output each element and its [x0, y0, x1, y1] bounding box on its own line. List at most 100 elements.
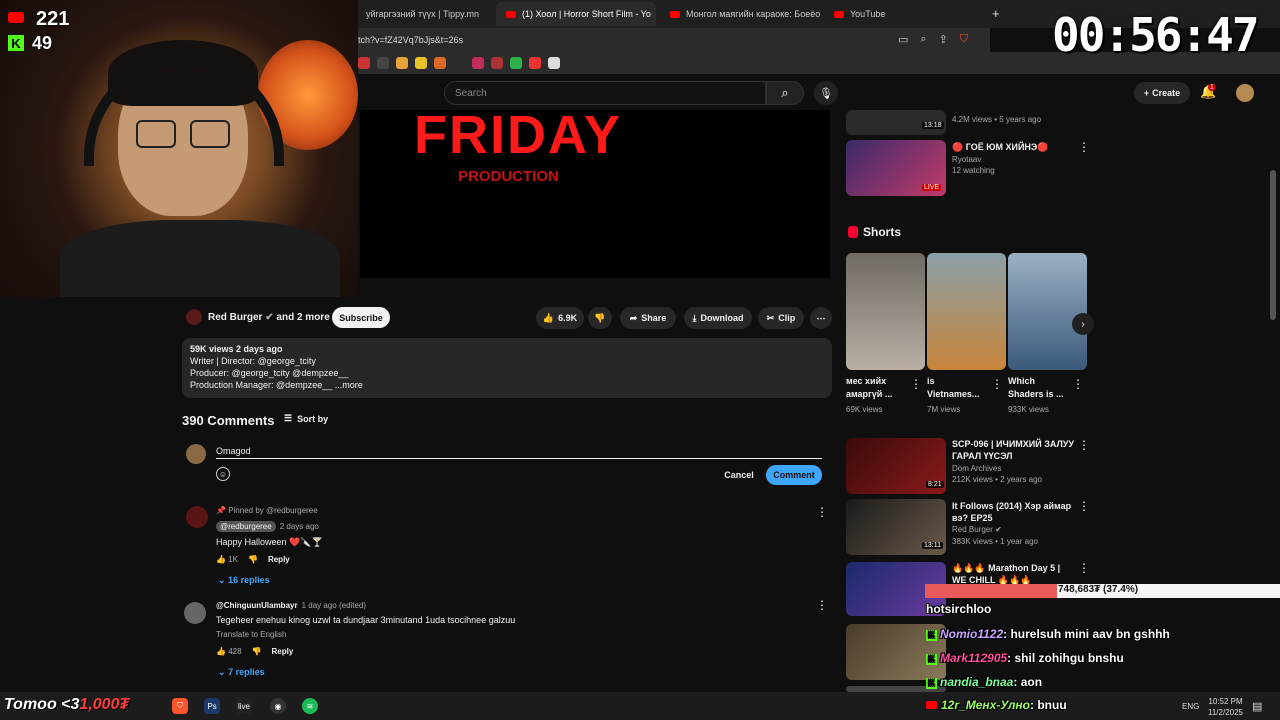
- replies-toggle[interactable]: ⌄ 7 replies: [218, 667, 265, 678]
- sidebar-menu-icon[interactable]: ⋮: [1078, 140, 1090, 154]
- zoom-icon[interactable]: ⌕: [920, 33, 926, 46]
- spotify-icon[interactable]: ≋: [302, 698, 318, 714]
- share-icon[interactable]: ⇪: [939, 33, 948, 46]
- bookmark-icon[interactable]: [358, 57, 370, 69]
- short-menu-icon[interactable]: ⋮: [1072, 377, 1084, 391]
- youtube-icon: [834, 10, 844, 18]
- sidebar-menu-icon[interactable]: ⋮: [1078, 438, 1090, 452]
- brave-browser-icon[interactable]: ⛉: [172, 698, 188, 714]
- brave-shield-icon[interactable]: ⛉: [960, 33, 968, 46]
- short-menu-icon[interactable]: ⋮: [991, 377, 1003, 391]
- replies-toggle[interactable]: ⌄ 16 replies: [218, 575, 270, 586]
- video-duration: 13:18: [922, 122, 944, 129]
- short-menu-icon[interactable]: ⋮: [910, 377, 922, 391]
- live-badge: LIVE: [922, 184, 942, 191]
- account-avatar[interactable]: [1236, 84, 1254, 102]
- subscribe-button[interactable]: Subscribe: [332, 307, 390, 328]
- bookmark-icon[interactable]: [548, 57, 560, 69]
- share-arrow-icon: ➦: [629, 312, 638, 323]
- sidebar-channel[interactable]: Red Burger ✔: [952, 524, 1002, 535]
- short-thumbnail[interactable]: [846, 253, 925, 370]
- comment-avatar[interactable]: [184, 602, 206, 624]
- comment-like-button[interactable]: 👍 428: [216, 647, 242, 656]
- language-indicator[interactable]: ENG: [1182, 702, 1199, 711]
- more-actions-button[interactable]: ⋯: [810, 307, 832, 329]
- user-avatar: [186, 444, 206, 464]
- new-tab-button[interactable]: +: [992, 6, 1000, 21]
- comment-menu-icon[interactable]: ⋮: [816, 505, 828, 519]
- bookmark-icon[interactable]: [529, 57, 541, 69]
- page-scrollbar[interactable]: [1270, 170, 1276, 320]
- notification-center-icon[interactable]: ▤: [1252, 700, 1262, 713]
- channel-name[interactable]: Red Burger ✔ and 2 more: [208, 312, 330, 323]
- comment-time[interactable]: 1 day ago (edited): [302, 601, 367, 610]
- clip-button[interactable]: ✂ Clip: [758, 307, 804, 329]
- voice-search-button[interactable]: 🎙: [814, 81, 838, 105]
- dislike-button[interactable]: 👎: [588, 307, 612, 329]
- bookmark-icon[interactable]: [472, 57, 484, 69]
- bookmark-icon[interactable]: [453, 57, 465, 69]
- sidebar-channel[interactable]: Dom Archives: [952, 463, 1001, 474]
- reply-button[interactable]: Reply: [268, 555, 290, 564]
- bookmark-icon[interactable]: [415, 57, 427, 69]
- sidebar-menu-icon[interactable]: ⋮: [1078, 499, 1090, 513]
- comment-author[interactable]: @ChinguunUlambayr: [216, 601, 298, 610]
- share-button[interactable]: ➦ Share: [620, 307, 676, 329]
- browser-tab-karaoke[interactable]: Монгол маягийн караоке: Боеёо, А: [660, 2, 820, 26]
- short-thumbnail[interactable]: [927, 253, 1006, 370]
- reply-button[interactable]: Reply: [272, 647, 294, 656]
- live-app-icon[interactable]: live: [236, 698, 252, 714]
- search-button[interactable]: ⌕: [766, 81, 804, 105]
- comment-dislike-button[interactable]: 👎: [252, 647, 262, 656]
- bookmark-icon[interactable]: [434, 57, 446, 69]
- translate-link[interactable]: Translate to English: [216, 630, 286, 639]
- shorts-icon: [848, 226, 858, 238]
- photoshop-icon[interactable]: Ps: [204, 698, 220, 714]
- bookmark-icon[interactable]: [510, 57, 522, 69]
- short-thumbnail[interactable]: [1008, 253, 1087, 370]
- comment-like-button[interactable]: 👍 1K: [216, 555, 238, 564]
- short-title[interactable]: is Vietnames...: [927, 375, 989, 401]
- obs-icon[interactable]: ◉: [270, 698, 286, 714]
- comment-dislike-button[interactable]: 👎: [248, 555, 258, 564]
- description-line: Production Manager: @dempzee__ ...more: [190, 380, 363, 390]
- system-clock[interactable]: 10:52 PM 11/2/2025: [1208, 696, 1243, 718]
- plus-icon: +: [1143, 88, 1150, 98]
- comment-author[interactable]: @redburgeree: [216, 521, 276, 532]
- short-title[interactable]: мес хийх амаргүй ...: [846, 375, 908, 401]
- search-input[interactable]: Search: [444, 81, 766, 105]
- cast-icon[interactable]: ▭: [898, 33, 908, 46]
- sidebar-video-title[interactable]: SCP-096 | ИЧИМХИЙ ЗАЛУУ ГАРАЛ ҮҮСЭЛ: [952, 438, 1074, 462]
- sidebar-video-title[interactable]: 🔴 ГОЁ ЮМ ХИЙНЭ🔴: [952, 141, 1072, 153]
- short-title[interactable]: Which Shaders is ...: [1008, 375, 1070, 401]
- sort-button[interactable]: ☰ Sort by: [284, 413, 328, 424]
- cancel-comment-button[interactable]: Cancel: [720, 466, 758, 484]
- create-button[interactable]: + Create: [1134, 82, 1190, 104]
- shorts-label: Shorts: [863, 225, 902, 239]
- sidebar-menu-icon[interactable]: ⋮: [1078, 561, 1090, 575]
- comment-menu-icon[interactable]: ⋮: [816, 598, 828, 612]
- like-button[interactable]: 👍 6.9K: [536, 307, 584, 329]
- browser-tab-active[interactable]: (1) Хоол | Horror Short Film - Yo✕: [496, 2, 656, 26]
- channel-avatar[interactable]: [186, 309, 202, 325]
- shorts-next-button[interactable]: ›: [1072, 313, 1094, 335]
- comment-time[interactable]: 2 days ago: [280, 522, 319, 531]
- comment-input[interactable]: [216, 444, 822, 459]
- sidebar-video-title[interactable]: It Follows (2014) Хэр аймар вэ? EP25: [952, 500, 1074, 524]
- bookmark-icon[interactable]: [377, 57, 389, 69]
- tab-label: (1) Хоол | Horror Short Film - Yo: [522, 9, 651, 19]
- kick-viewers-icon: K: [8, 35, 24, 51]
- bookmark-icon[interactable]: [396, 57, 408, 69]
- browser-tab-tippy[interactable]: уйгаргэзний түүх | Tippy.mn: [356, 2, 492, 26]
- sidebar-channel[interactable]: Ryotaav: [952, 154, 981, 165]
- sidebar-video-title[interactable]: 🔥🔥🔥 Marathon Day 5 | WE CHILL 🔥🔥🔥: [952, 562, 1074, 586]
- browser-tab-youtube[interactable]: YouTube: [824, 2, 984, 26]
- bookmark-icon[interactable]: [491, 57, 503, 69]
- emoji-button[interactable]: ☺: [216, 467, 230, 481]
- download-button[interactable]: ⤓ Download: [684, 307, 752, 329]
- submit-comment-button[interactable]: Comment: [766, 465, 822, 485]
- address-bar[interactable]: tch?v=fZ42Vq7bJjs&t=26s: [350, 28, 990, 52]
- comment-avatar[interactable]: [186, 506, 208, 528]
- notification-badge: 1: [1208, 84, 1216, 91]
- chat-user: Mark112905: [940, 651, 1008, 665]
